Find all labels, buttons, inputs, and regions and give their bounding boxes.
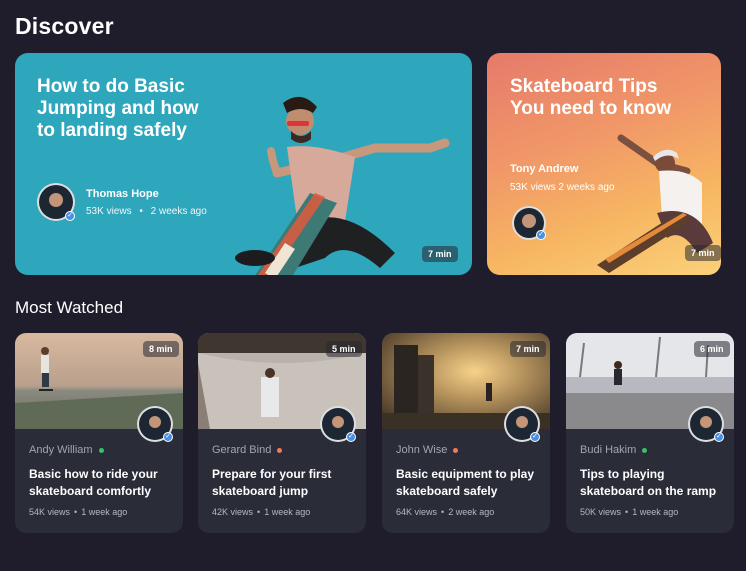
author-name[interactable]: Tony Andrew	[510, 163, 578, 175]
video-meta: 53K views 2 weeks ago	[510, 182, 615, 193]
status-dot	[642, 447, 648, 453]
status-dot	[453, 447, 459, 453]
author-name[interactable]: Budi Hakim	[580, 444, 636, 456]
author-info: ✓ Thomas Hope 53K views • 2 weeks ago	[37, 183, 207, 221]
video-card[interactable]: 8 min ✓ Andy William Basic how to ride y…	[15, 333, 183, 533]
author-name[interactable]: Thomas Hope	[86, 188, 207, 200]
verified-badge-icon: ✓	[530, 432, 540, 442]
author-name[interactable]: John Wise	[396, 444, 447, 456]
status-dot	[98, 447, 104, 453]
view-count: 64K views	[396, 507, 438, 517]
upload-time: 2 weeks ago	[150, 205, 207, 217]
author-row: Budi Hakim	[580, 444, 648, 456]
author-row: John Wise	[396, 444, 459, 456]
featured-title: Skateboard Tips You need to know	[510, 76, 672, 119]
duration-badge: 6 min	[694, 341, 730, 357]
verified-badge-icon: ✓	[536, 230, 546, 240]
verified-badge-icon: ✓	[65, 211, 75, 221]
video-title[interactable]: Tips to playing skateboard on the ramp	[580, 466, 720, 500]
featured-video-card[interactable]: How to do Basic Jumping and how to landi…	[15, 53, 472, 275]
duration-badge: 7 min	[510, 341, 546, 357]
video-title[interactable]: Prepare for your first skateboard jump	[212, 466, 352, 500]
upload-time: 2 week ago	[448, 507, 495, 517]
video-meta: 42K views • 1 week ago	[212, 507, 311, 517]
author-row: Andy William	[29, 444, 104, 456]
avatar[interactable]: ✓	[137, 406, 173, 442]
video-card[interactable]: 7 min ✓ John Wise Basic equipment to pla…	[382, 333, 550, 533]
upload-time: 1 week ago	[264, 507, 311, 517]
video-meta: 54K views • 1 week ago	[29, 507, 128, 517]
avatar[interactable]: ✓	[320, 406, 356, 442]
view-count: 53K views	[86, 205, 132, 217]
verified-badge-icon: ✓	[163, 432, 173, 442]
upload-time: 1 week ago	[81, 507, 128, 517]
view-count: 42K views	[212, 507, 254, 517]
author-name[interactable]: Gerard Bind	[212, 444, 271, 456]
author-row: Gerard Bind	[212, 444, 283, 456]
duration-badge: 7 min	[422, 246, 458, 262]
featured-title: How to do Basic Jumping and how to landi…	[37, 76, 199, 141]
verified-badge-icon: ✓	[346, 432, 356, 442]
view-count: 50K views	[580, 507, 622, 517]
avatar[interactable]: ✓	[37, 183, 75, 221]
avatar[interactable]: ✓	[512, 206, 546, 240]
section-title: Most Watched	[15, 298, 124, 317]
video-card[interactable]: 5 min ✓ Gerard Bind Prepare for your fir…	[198, 333, 366, 533]
duration-badge: 7 min	[685, 245, 721, 261]
avatar[interactable]: ✓	[688, 406, 724, 442]
upload-time: 1 week ago	[632, 507, 679, 517]
avatar[interactable]: ✓	[504, 406, 540, 442]
verified-badge-icon: ✓	[714, 432, 724, 442]
view-count: 54K views	[29, 507, 71, 517]
status-dot	[277, 447, 283, 453]
video-meta: 64K views • 2 week ago	[396, 507, 495, 517]
video-card[interactable]: 6 min ✓ Budi Hakim Tips to playing skate…	[566, 333, 734, 533]
duration-badge: 5 min	[326, 341, 362, 357]
video-meta: 53K views • 2 weeks ago	[86, 205, 207, 217]
video-title[interactable]: Basic equipment to play skateboard safel…	[396, 466, 536, 500]
featured-video-card[interactable]: Skateboard Tips You need to know Tony An…	[487, 53, 721, 275]
page-title: Discover	[15, 13, 114, 39]
duration-badge: 8 min	[143, 341, 179, 357]
video-title[interactable]: Basic how to ride your skateboard comfor…	[29, 466, 169, 500]
author-name[interactable]: Andy William	[29, 444, 93, 456]
video-meta: 50K views • 1 week ago	[580, 507, 679, 517]
